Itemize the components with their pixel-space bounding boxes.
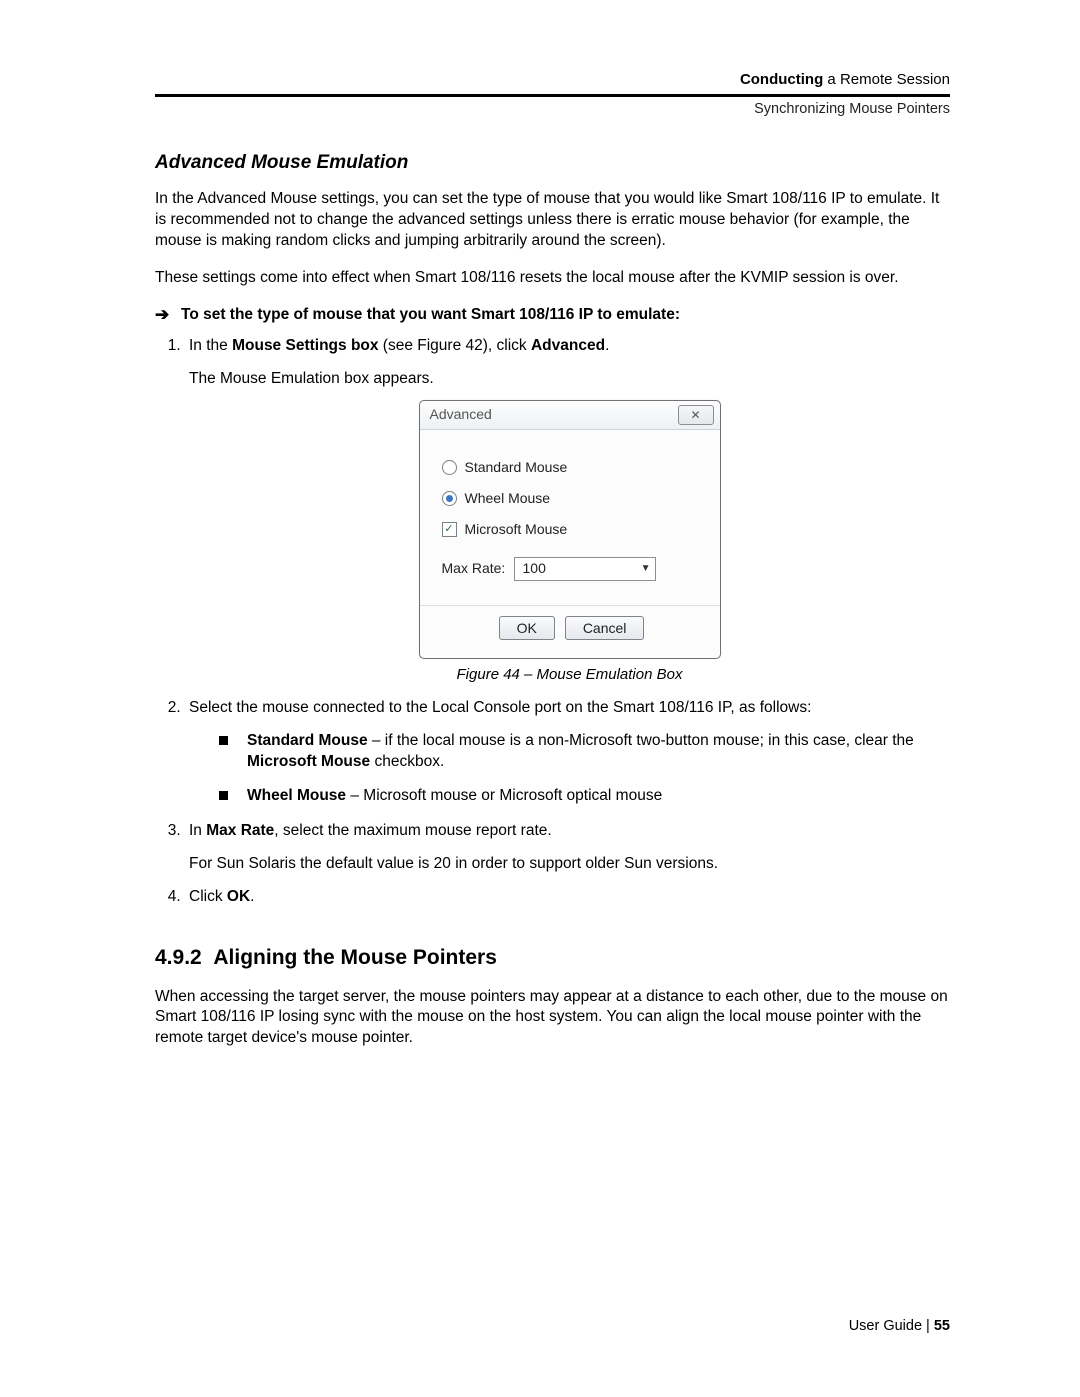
dialog-buttons: OK Cancel <box>442 616 702 645</box>
chevron-down-icon: ▼ <box>641 562 651 576</box>
section-title-text: Aligning the Mouse Pointers <box>213 946 497 969</box>
dialog-titlebar: Advanced ✕ <box>420 401 720 430</box>
section-title-aligning-mouse-pointers: 4.9.2 Aligning the Mouse Pointers <box>155 944 950 972</box>
step-3-sub: For Sun Solaris the default value is 20 … <box>189 854 950 875</box>
checkbox-checked-icon: ✓ <box>442 522 457 537</box>
step-3: In Max Rate, select the maximum mouse re… <box>185 821 950 875</box>
footer: User Guide | 55 <box>849 1317 950 1337</box>
footer-label: User Guide | <box>849 1318 934 1334</box>
option-label: Wheel Mouse <box>465 489 551 508</box>
breadcrumb-bold: Conducting <box>740 71 823 88</box>
close-button[interactable]: ✕ <box>678 405 714 425</box>
procedure-title: To set the type of mouse that you want S… <box>181 305 950 326</box>
header-subline: Synchronizing Mouse Pointers <box>155 100 950 120</box>
max-rate-select[interactable]: 100 ▼ <box>514 557 656 581</box>
option-standard-mouse[interactable]: Standard Mouse <box>442 458 702 477</box>
procedure-lead: ➔ To set the type of mouse that you want… <box>155 305 950 326</box>
step-4: Click OK. <box>185 887 950 908</box>
option-label: Standard Mouse <box>465 458 568 477</box>
sub-standard-mouse: Standard Mouse – if the local mouse is a… <box>219 731 950 773</box>
max-rate-row: Max Rate: 100 ▼ <box>442 557 702 581</box>
figure-caption: Figure 44 – Mouse Emulation Box <box>189 665 950 685</box>
step-1: In the Mouse Settings box (see Figure 42… <box>185 336 950 686</box>
para-aligning: When accessing the target server, the mo… <box>155 987 950 1050</box>
section-title-advanced-mouse-emulation: Advanced Mouse Emulation <box>155 150 950 176</box>
advanced-dialog: Advanced ✕ Standard Mouse Wheel Mouse <box>419 400 721 660</box>
step-2-text: Select the mouse connected to the Local … <box>189 699 811 716</box>
breadcrumb-rest: a Remote Session <box>823 71 950 88</box>
radio-icon <box>442 460 457 475</box>
page: Conducting a Remote Session Synchronizin… <box>0 0 1080 1397</box>
section-number: 4.9.2 <box>155 946 202 969</box>
sub-wheel-mouse: Wheel Mouse – Microsoft mouse or Microso… <box>219 786 950 807</box>
header-rule <box>155 94 950 97</box>
arrow-icon: ➔ <box>155 305 181 325</box>
para-intro-1: In the Advanced Mouse settings, you can … <box>155 189 950 252</box>
option-wheel-mouse[interactable]: Wheel Mouse <box>442 489 702 508</box>
step-2-sublist: Standard Mouse – if the local mouse is a… <box>189 731 950 808</box>
page-number: 55 <box>934 1318 950 1334</box>
max-rate-label: Max Rate: <box>442 559 514 578</box>
cancel-button[interactable]: Cancel <box>565 616 645 641</box>
step-4-text: Click OK. <box>189 888 254 905</box>
dialog-wrap: Advanced ✕ Standard Mouse Wheel Mouse <box>189 400 950 660</box>
para-intro-2: These settings come into effect when Sma… <box>155 268 950 289</box>
dialog-body: Standard Mouse Wheel Mouse ✓ Microsoft M… <box>420 430 720 659</box>
dialog-title: Advanced <box>430 405 492 424</box>
steps-list: In the Mouse Settings box (see Figure 42… <box>155 336 950 908</box>
header-right: Conducting a Remote Session <box>155 70 950 90</box>
ok-button[interactable]: OK <box>499 616 555 641</box>
step-3-text: In Max Rate, select the maximum mouse re… <box>189 822 552 839</box>
breadcrumb: Conducting a Remote Session <box>155 70 950 90</box>
option-microsoft-mouse[interactable]: ✓ Microsoft Mouse <box>442 520 702 539</box>
dialog-divider <box>420 605 720 606</box>
radio-selected-icon <box>442 491 457 506</box>
max-rate-value: 100 <box>523 559 546 578</box>
step-1-text: In the Mouse Settings box (see Figure 42… <box>189 337 609 354</box>
option-label: Microsoft Mouse <box>465 520 568 539</box>
close-icon: ✕ <box>690 407 700 423</box>
step-2: Select the mouse connected to the Local … <box>185 698 950 808</box>
step-1-sub: The Mouse Emulation box appears. <box>189 369 950 390</box>
